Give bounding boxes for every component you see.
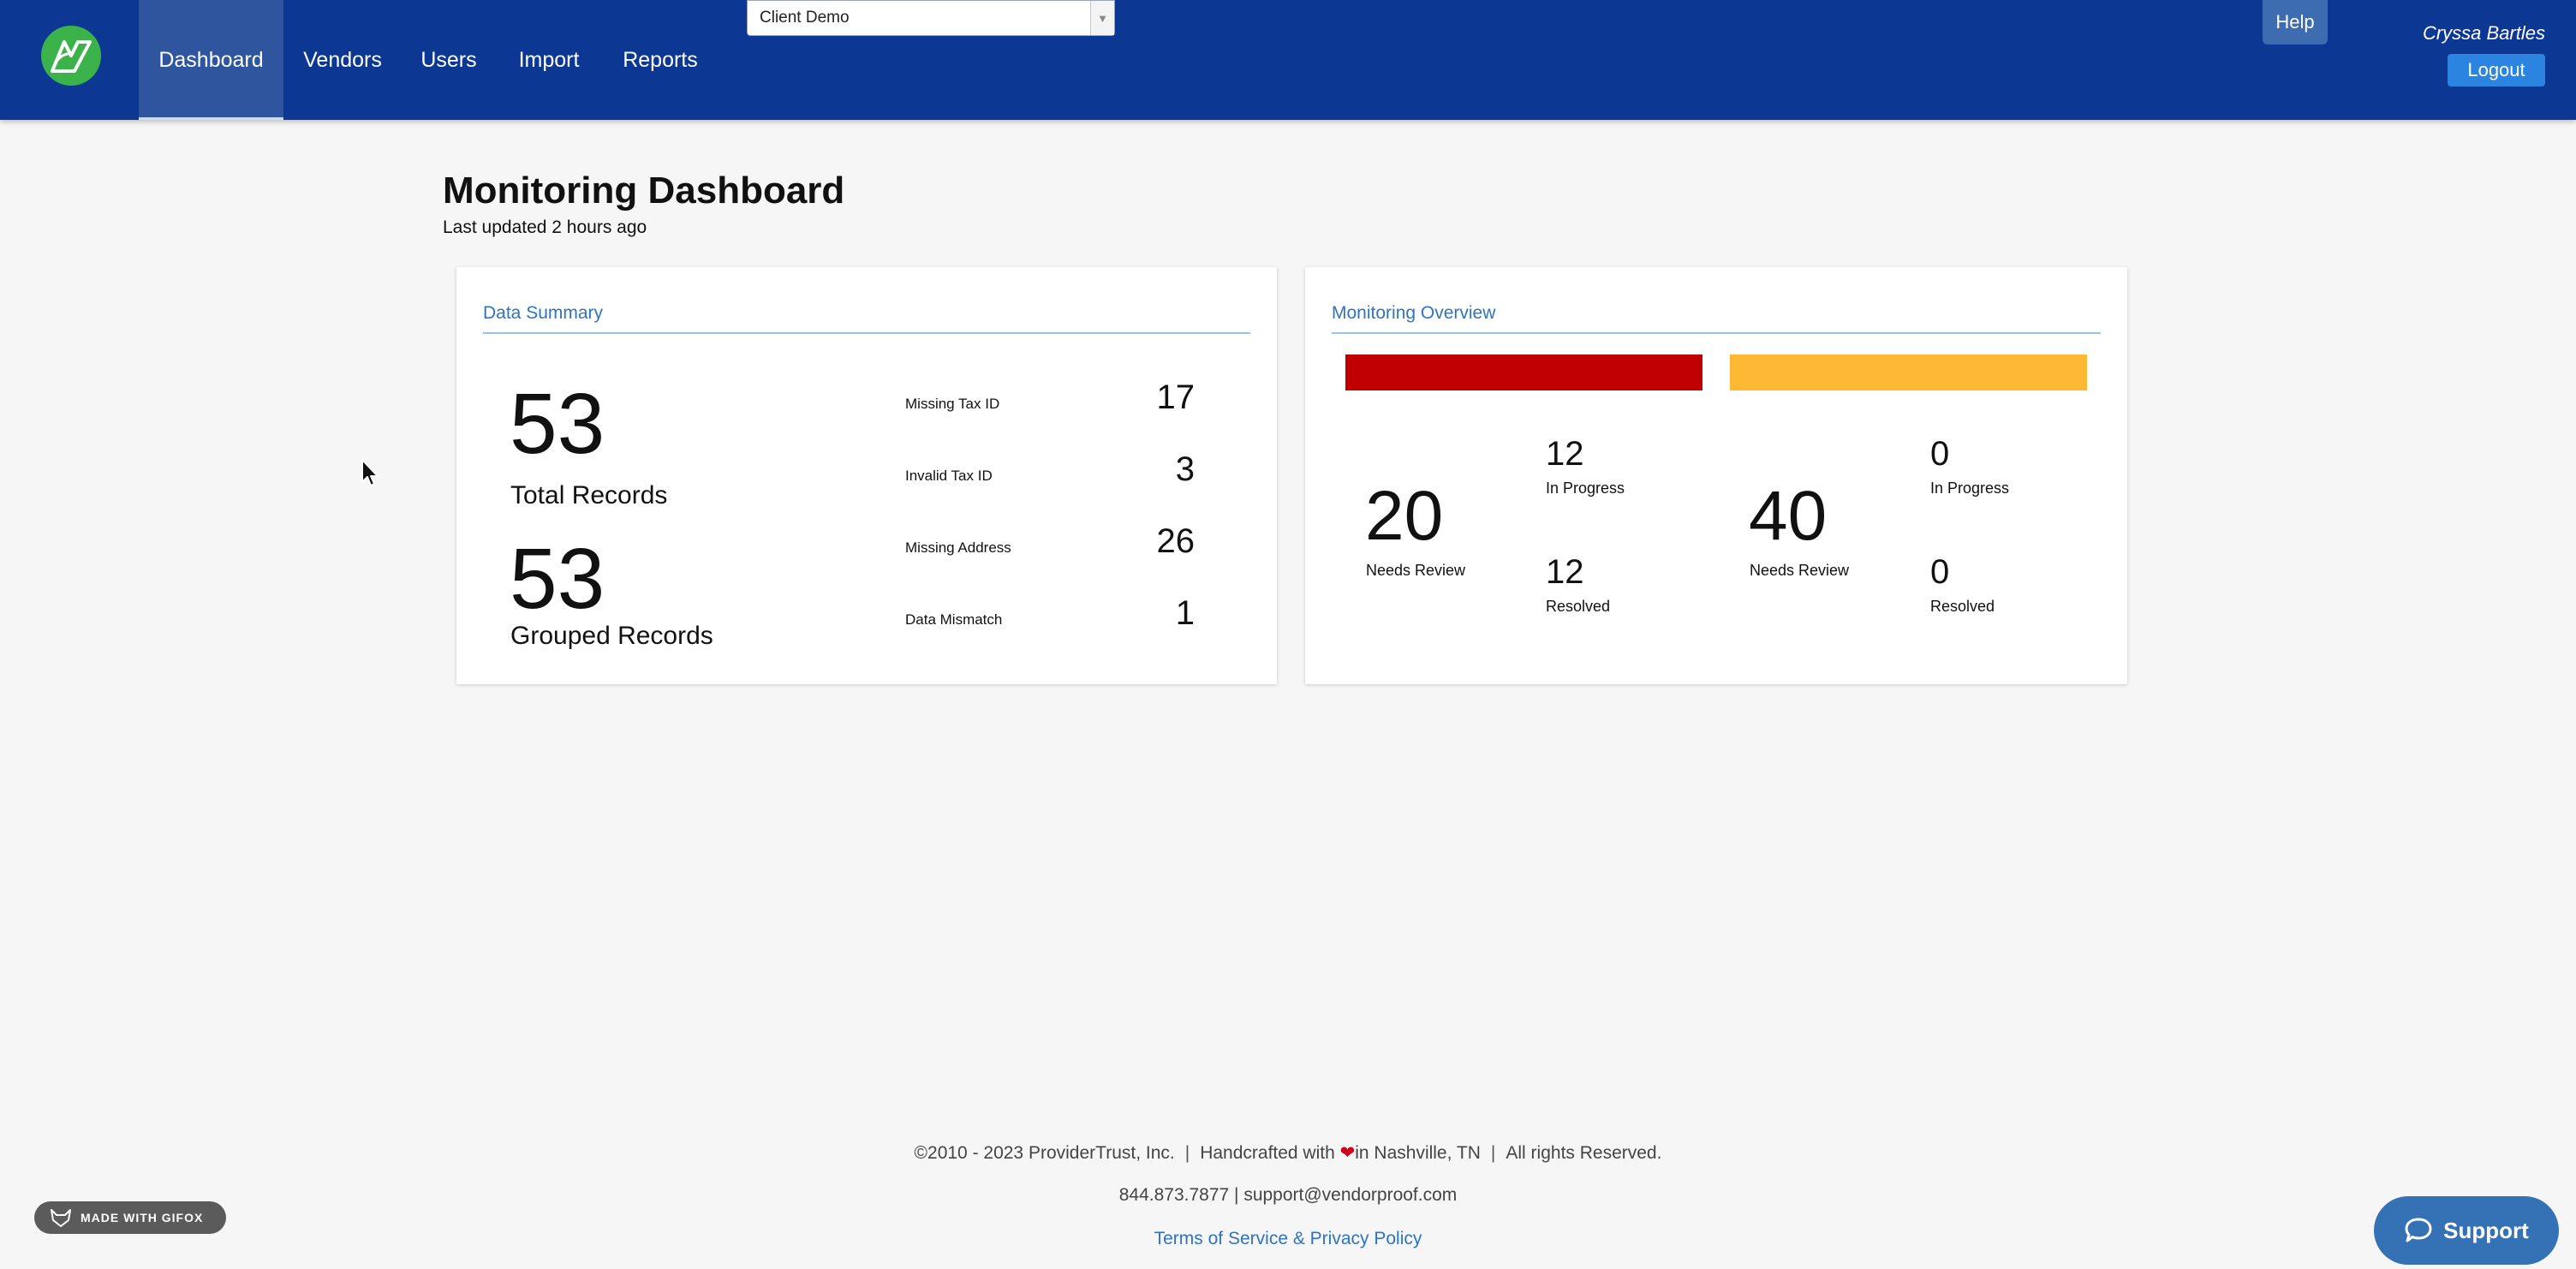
last-updated-text: Last updated 2 hours ago (443, 217, 647, 237)
needs-review-value[interactable]: 20 (1365, 481, 1443, 551)
client-select-dropdown[interactable]: Client Demo ▼ (747, 0, 1115, 36)
nav-tab-users[interactable]: Users (409, 0, 488, 120)
footer-links-line: Terms of Service & Privacy Policy (0, 1229, 2576, 1249)
gifox-badge-label: MADE WITH GIFOX (80, 1211, 204, 1224)
nav-tab-vendors[interactable]: Vendors (291, 0, 394, 120)
needs-review-label: Needs Review (1366, 562, 1466, 579)
gifox-badge[interactable]: MADE WITH GIFOX (34, 1201, 226, 1234)
needs-review-label: Needs Review (1750, 562, 1850, 579)
severity-bar-red[interactable] (1345, 354, 1702, 390)
monitoring-overview-header: Monitoring Overview (1332, 303, 2101, 334)
total-records-value: 53 (510, 376, 605, 472)
footer-contact-line: 844.873.7877 | support@vendorproof.com (1118, 1185, 1458, 1205)
fox-icon (51, 1209, 71, 1227)
page-title: Monitoring Dashboard (443, 170, 845, 212)
in-progress-value[interactable]: 12 (1546, 437, 1584, 471)
nav-tab-label: Dashboard (158, 47, 264, 72)
stat-value-invalid-tax-id[interactable]: 3 (1092, 450, 1195, 489)
support-chat-button[interactable]: Support (2374, 1196, 2559, 1265)
stat-label-invalid-tax-id: Invalid Tax ID (905, 468, 993, 484)
monitoring-overview-card: Monitoring Overview 20 Needs Review 12 I… (1305, 267, 2127, 684)
grouped-records-label: Grouped Records (510, 622, 713, 650)
resolved-label: Resolved (1546, 598, 1611, 615)
severity-bar-yellow[interactable] (1730, 354, 2087, 390)
leaf-v-logo-icon[interactable] (41, 26, 101, 86)
client-select-value: Client Demo (760, 9, 850, 27)
chat-bubble-icon (2405, 1218, 2432, 1242)
nav-tab-label: Import (518, 47, 580, 72)
data-summary-header: Data Summary (483, 303, 1250, 334)
top-navigation-bar: Dashboard Vendors Users Import Reports C… (0, 0, 2576, 120)
support-button-label: Support (2443, 1217, 2529, 1243)
stat-label-data-mismatch: Data Mismatch (905, 611, 1003, 628)
handcrafted-text: Handcrafted with (1200, 1143, 1335, 1163)
nav-tab-import[interactable]: Import (505, 0, 593, 120)
nav-tab-reports[interactable]: Reports (610, 0, 711, 120)
in-progress-value[interactable]: 0 (1930, 437, 1949, 471)
mouse-pointer-icon (361, 459, 379, 486)
terms-privacy-link[interactable]: Terms of Service & Privacy Policy (1154, 1229, 1422, 1248)
monitoring-overview-title: Monitoring Overview (1332, 303, 1496, 323)
resolved-label: Resolved (1930, 598, 1995, 615)
nav-tab-label: Users (420, 47, 477, 72)
grouped-records-value: 53 (510, 531, 605, 627)
resolved-value[interactable]: 0 (1930, 555, 1949, 589)
needs-review-value[interactable]: 40 (1749, 481, 1827, 551)
stat-value-data-mismatch[interactable]: 1 (1092, 594, 1195, 633)
copyright-text: ©2010 - 2023 ProviderTrust, Inc. (914, 1143, 1175, 1163)
resolved-value[interactable]: 12 (1546, 555, 1584, 589)
data-summary-card: Data Summary 53 Total Records 53 Grouped… (456, 267, 1277, 684)
nav-tab-label: Vendors (303, 47, 382, 72)
nav-tab-dashboard[interactable]: Dashboard (139, 0, 283, 120)
footer-copyright-line: ©2010 - 2023 ProviderTrust, Inc. | Handcra… (914, 1143, 1662, 1163)
total-records-label: Total Records (510, 481, 668, 509)
stat-value-missing-address[interactable]: 26 (1092, 522, 1196, 561)
stat-value-missing-tax-id[interactable]: 17 (1092, 378, 1196, 417)
logout-button[interactable]: Logout (2448, 54, 2545, 86)
in-progress-label: In Progress (1930, 480, 2010, 497)
rights-text: All rights Reserved. (1506, 1143, 1662, 1163)
user-name: Cryssa Bartles (2422, 22, 2545, 44)
caret-down-icon[interactable]: ▼ (1090, 1, 1114, 35)
stat-label-missing-tax-id: Missing Tax ID (905, 396, 1000, 412)
location-text: in Nashville, TN (1355, 1143, 1481, 1163)
help-button[interactable]: Help (2263, 0, 2328, 45)
nav-tab-label: Reports (623, 47, 698, 72)
in-progress-label: In Progress (1546, 480, 1625, 497)
heart-icon: ❤ (1339, 1143, 1356, 1163)
data-summary-title: Data Summary (483, 303, 604, 323)
stat-label-missing-address: Missing Address (905, 539, 1011, 556)
